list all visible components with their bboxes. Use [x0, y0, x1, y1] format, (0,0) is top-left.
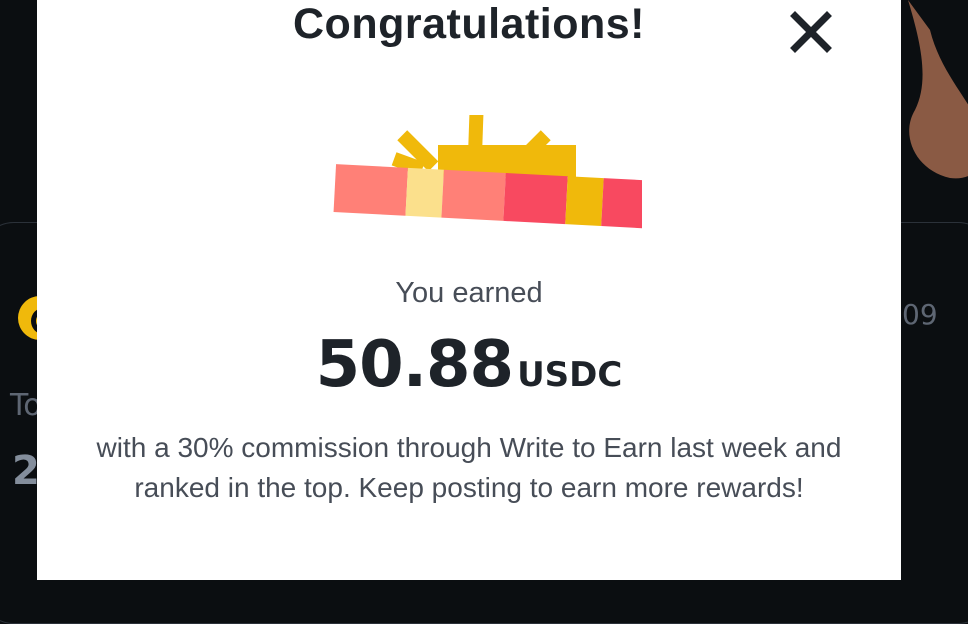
- earned-amount: 50.88 USDC: [37, 328, 901, 402]
- amount-value: 50.88: [315, 328, 514, 402]
- congratulations-modal: Congratulations! You earned 50.88 USDC wi…: [37, 0, 901, 580]
- earned-label: You earned: [395, 277, 543, 309]
- modal-title: Congratulations!: [293, 0, 645, 48]
- close-icon[interactable]: [787, 8, 835, 56]
- background-value: 2: [12, 448, 40, 494]
- gift-icon: [333, 115, 642, 230]
- currency-label: USDC: [517, 355, 623, 395]
- reward-description: with a 30% commission through Write to E…: [96, 432, 842, 503]
- background-timestamp: 09: [902, 298, 938, 331]
